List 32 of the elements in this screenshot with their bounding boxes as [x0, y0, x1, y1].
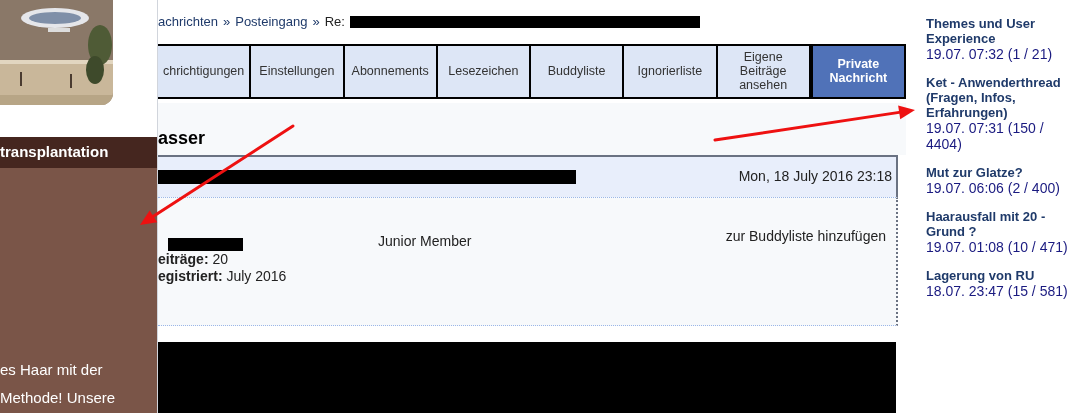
thread-meta: 19.07. 07:32 (1 / 21) [926, 46, 1054, 62]
breadcrumb-separator: » [312, 13, 320, 31]
nav-tab[interactable]: Ignorierliste [624, 45, 718, 97]
thread-meta: 19.07. 01:08 (10 / 471) [926, 239, 1069, 255]
nav-tab[interactable]: Eigene Beiträge ansehen [717, 45, 811, 97]
nav-tab[interactable]: Buddyliste [531, 45, 625, 97]
add-buddy-link[interactable]: zur Buddyliste hinzufügen [725, 198, 896, 325]
thread-title[interactable]: Mut zur Glatze? [926, 165, 1082, 180]
breadcrumb-link[interactable]: achrichten [158, 12, 218, 32]
thread-title[interactable]: Themes und User Experience [926, 16, 1082, 46]
nav-tab[interactable]: Lesezeichen [437, 45, 531, 97]
thread-title[interactable]: Lagerung von RU [926, 268, 1082, 283]
thread-title[interactable]: Ket - Anwenderthread (Fragen, Infos, Erfahrungen) [926, 75, 1082, 120]
nav-tab[interactable]: Private Nachricht [810, 43, 906, 99]
thread-meta: 18.07. 23:47 (15 / 581) [926, 283, 1069, 299]
thread-meta: 19.07. 06:06 (2 / 400) [926, 180, 1061, 196]
thread-meta: 19.07. 07:31 (150 / 4404) [926, 120, 1045, 152]
post-heading: asser [158, 103, 906, 155]
nav-tab[interactable]: Einstellungen [251, 45, 345, 97]
author-stat: egistriert: July 2016 [158, 268, 288, 286]
breadcrumb-link[interactable]: Re: [324, 12, 345, 32]
nav-tab[interactable]: chrichtigungen [158, 45, 252, 97]
breadcrumb-separator: » [223, 13, 231, 31]
author-stat: eiträge: 20 [158, 251, 230, 269]
breadcrumb-link[interactable]: Posteingang [235, 12, 308, 32]
promo-text: es Haar mit der [0, 360, 104, 379]
sidebar-heading: transplantation [0, 137, 157, 168]
nav-tab[interactable]: Abonnements [344, 45, 438, 97]
post-date: Mon, 18 July 2016 23:18 [738, 167, 893, 187]
thread-title[interactable]: Haarausfall mit 20 - Grund ? [926, 209, 1082, 239]
member-rank: Junior Member [378, 232, 472, 252]
promo-text: Methode! Unsere [0, 388, 117, 407]
